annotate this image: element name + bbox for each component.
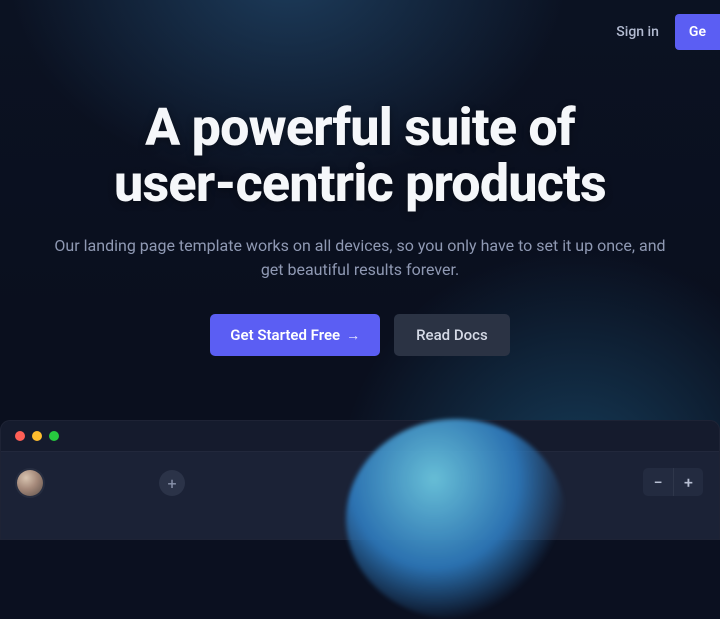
app-window-preview: + − + [0, 420, 720, 540]
top-nav: Sign in Ge [616, 14, 720, 50]
decorative-glow [346, 419, 566, 619]
close-icon [15, 431, 25, 441]
zoom-in-button[interactable]: + [673, 468, 703, 496]
get-started-nav-button[interactable]: Ge [675, 14, 720, 50]
app-window-body: + − + [1, 451, 719, 539]
read-docs-button[interactable]: Read Docs [394, 314, 510, 356]
cta-row: Get Started Free → Read Docs [30, 314, 690, 356]
zoom-out-button[interactable]: − [643, 468, 673, 496]
sign-in-link[interactable]: Sign in [616, 24, 659, 40]
hero-subtitle: Our landing page template works on all d… [50, 234, 670, 282]
add-button[interactable]: + [159, 470, 185, 496]
minimize-icon [32, 431, 42, 441]
maximize-icon [49, 431, 59, 441]
avatar[interactable] [17, 470, 43, 496]
hero-title: A powerful suite of user-centric product… [30, 100, 690, 212]
hero-title-line1: A powerful suite of [145, 97, 575, 158]
get-started-free-button[interactable]: Get Started Free → [210, 314, 380, 356]
window-traffic-lights [15, 431, 59, 441]
arrow-right-icon: → [346, 327, 360, 344]
cta-primary-label: Get Started Free [230, 326, 340, 344]
zoom-control: − + [643, 468, 703, 496]
hero-section: A powerful suite of user-centric product… [0, 100, 720, 356]
hero-title-line2: user-centric products [114, 153, 606, 214]
